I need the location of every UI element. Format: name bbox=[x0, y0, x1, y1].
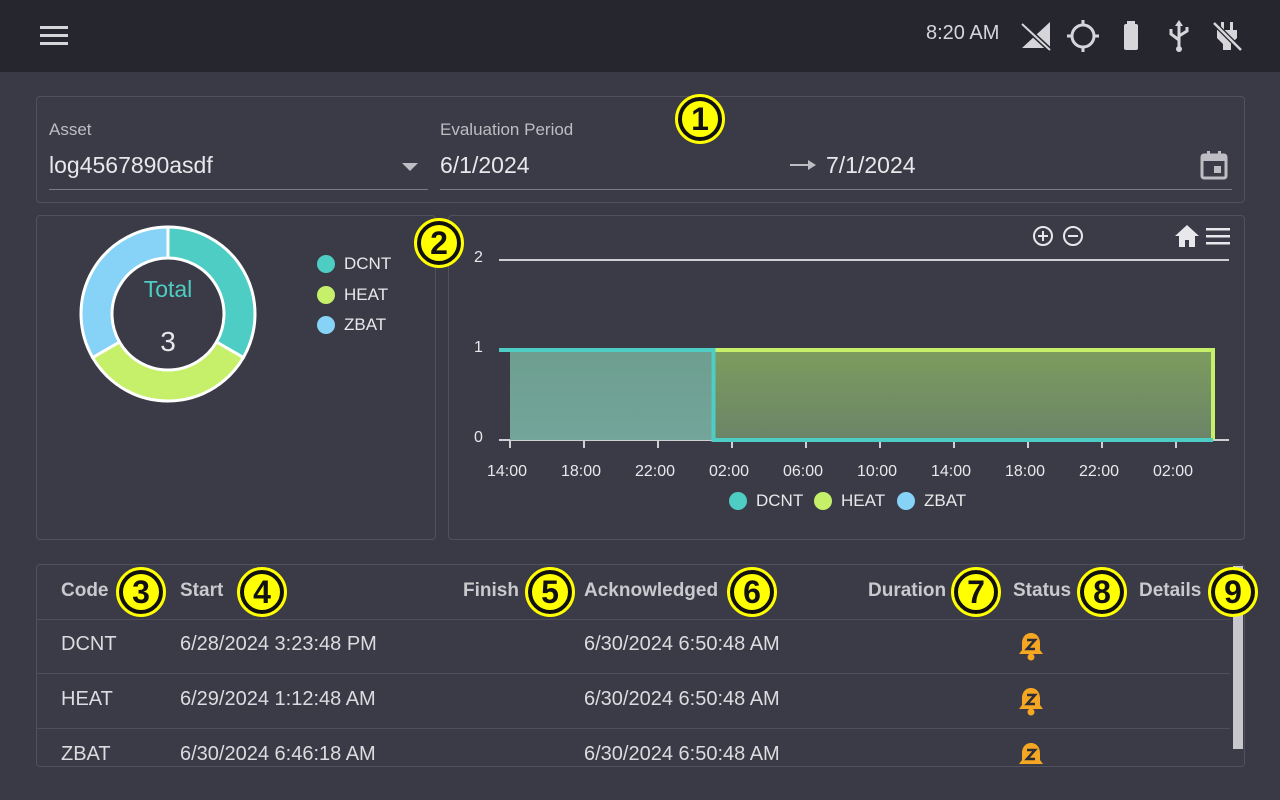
x-tick-label: 14:00 bbox=[487, 463, 528, 480]
asset-label: Asset bbox=[49, 120, 92, 139]
timeline-chart bbox=[499, 259, 1229, 448]
legend-dot-zbat bbox=[897, 492, 915, 510]
series-area-heat bbox=[713, 350, 1213, 440]
legend-dot-dcnt bbox=[317, 255, 335, 273]
x-tick-label: 22:00 bbox=[635, 463, 676, 480]
cell-acknowledged: 6/30/2024 6:50:48 AM bbox=[584, 688, 780, 710]
series-area-dcnt bbox=[510, 350, 714, 440]
column-header-start[interactable]: Start bbox=[180, 580, 223, 602]
legend-label: DCNT bbox=[756, 491, 804, 510]
annotation-badge: 3 bbox=[116, 567, 166, 617]
battery-icon bbox=[1124, 21, 1138, 50]
x-tick-label: 18:00 bbox=[561, 463, 602, 480]
period-label: Evaluation Period bbox=[440, 120, 574, 139]
dropdown-arrow-icon bbox=[402, 163, 418, 171]
cell-start: 6/28/2024 3:23:48 PM bbox=[180, 633, 377, 655]
cell-start: 6/29/2024 1:12:48 AM bbox=[180, 688, 376, 710]
legend-dot-heat bbox=[317, 286, 335, 304]
asset-value: log4567890asdf bbox=[49, 152, 213, 178]
annotation-badge: 8 bbox=[1077, 567, 1127, 617]
top-app-bar: 8:20 AM bbox=[0, 0, 1280, 72]
legend-label: DCNT bbox=[344, 254, 392, 273]
donut-legend-item-zbat[interactable]: ZBAT bbox=[317, 315, 386, 335]
gps-icon bbox=[1067, 20, 1099, 52]
x-tick-label: 18:00 bbox=[1005, 463, 1046, 480]
donut-legend-item-dcnt[interactable]: DCNT bbox=[317, 254, 391, 274]
legend-dot-heat bbox=[814, 492, 832, 510]
legend-label: ZBAT bbox=[924, 491, 967, 510]
legend-dot-dcnt bbox=[729, 492, 747, 510]
status-clock: 8:20 AM bbox=[926, 22, 1000, 44]
calendar-icon[interactable] bbox=[1198, 149, 1230, 181]
alarm-snooze-icon bbox=[1019, 743, 1043, 764]
x-tick-label: 14:00 bbox=[931, 463, 972, 480]
column-header-duration[interactable]: Duration bbox=[868, 580, 946, 602]
annotation-badge: 7 bbox=[951, 567, 1001, 617]
no-signal-icon bbox=[1020, 22, 1052, 52]
period-underline bbox=[440, 189, 1232, 190]
column-header-acknowledged[interactable]: Acknowledged bbox=[584, 580, 718, 602]
alarm-snooze-icon bbox=[1019, 688, 1043, 716]
y-tick-label: 2 bbox=[474, 249, 483, 266]
x-tick-label: 02:00 bbox=[1153, 463, 1194, 480]
annotation-badge: 9 bbox=[1208, 567, 1258, 617]
cell-acknowledged: 6/30/2024 6:50:48 AM bbox=[584, 633, 780, 655]
asset-select[interactable]: log4567890asdf bbox=[49, 146, 428, 190]
period-end-input[interactable]: 7/1/2024 bbox=[826, 152, 916, 179]
annotation-badge: 6 bbox=[727, 567, 777, 617]
legend-label: HEAT bbox=[344, 285, 389, 304]
timeline-legend-item-dcnt[interactable]: DCNT bbox=[729, 491, 803, 511]
legend-label: ZBAT bbox=[344, 315, 387, 334]
cell-code: DCNT bbox=[61, 633, 117, 655]
timeline-legend-item-zbat[interactable]: ZBAT bbox=[897, 491, 966, 511]
donut-legend-item-heat[interactable]: HEAT bbox=[317, 285, 388, 305]
column-header-status[interactable]: Status bbox=[1013, 580, 1071, 602]
cell-code: ZBAT bbox=[61, 743, 111, 765]
alarm-snooze-icon bbox=[1019, 633, 1043, 661]
legend-dot-zbat bbox=[317, 316, 335, 334]
donut-chart bbox=[79, 225, 257, 403]
no-power-icon bbox=[1212, 21, 1243, 52]
column-header-code[interactable]: Code bbox=[61, 580, 109, 602]
y-tick-label: 0 bbox=[474, 429, 483, 446]
annotation-badge: 2 bbox=[414, 218, 464, 268]
period-start-input[interactable]: 6/1/2024 bbox=[440, 152, 530, 179]
annotation-badge: 1 bbox=[675, 94, 725, 144]
x-tick-label: 02:00 bbox=[709, 463, 750, 480]
donut-title: Total bbox=[143, 276, 193, 302]
cell-start: 6/30/2024 6:46:18 AM bbox=[180, 743, 376, 765]
timeline-legend-item-heat[interactable]: HEAT bbox=[814, 491, 885, 511]
y-tick-label: 1 bbox=[474, 339, 483, 356]
menu-button[interactable] bbox=[38, 22, 70, 50]
x-tick-label: 22:00 bbox=[1079, 463, 1120, 480]
x-tick-label: 06:00 bbox=[783, 463, 824, 480]
cell-code: HEAT bbox=[61, 688, 113, 710]
legend-label: HEAT bbox=[841, 491, 886, 510]
hamburger-menu-icon bbox=[40, 26, 68, 45]
x-tick-label: 10:00 bbox=[857, 463, 898, 480]
annotation-badge: 5 bbox=[525, 567, 575, 617]
annotation-badge: 4 bbox=[237, 567, 287, 617]
arrow-right-icon bbox=[790, 160, 816, 170]
cell-acknowledged: 6/30/2024 6:50:48 AM bbox=[584, 743, 780, 765]
usb-icon bbox=[1169, 20, 1189, 52]
column-header-finish[interactable]: Finish bbox=[463, 580, 519, 602]
donut-total: 3 bbox=[160, 326, 176, 357]
column-header-details[interactable]: Details bbox=[1139, 580, 1201, 602]
asset-underline bbox=[49, 189, 428, 190]
